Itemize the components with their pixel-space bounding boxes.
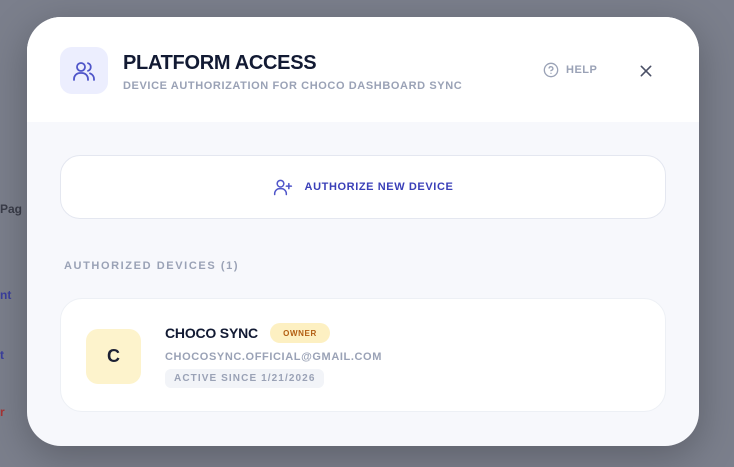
- device-name: CHOCO SYNC: [165, 325, 258, 341]
- help-label: HELP: [566, 64, 598, 76]
- modal-title: PLATFORM ACCESS: [123, 52, 317, 74]
- modal-subtitle: DEVICE AUTHORIZATION FOR CHOCO DASHBOARD…: [123, 80, 463, 92]
- users-icon: [60, 47, 108, 94]
- close-button[interactable]: [634, 59, 658, 83]
- user-plus-icon: [273, 177, 293, 197]
- background-fragment: nt: [0, 288, 12, 302]
- device-avatar: C: [86, 329, 141, 384]
- device-email: CHOCOSYNC.OFFICIAL@GMAIL.COM: [165, 351, 382, 363]
- modal-header: PLATFORM ACCESS DEVICE AUTHORIZATION FOR…: [27, 17, 699, 122]
- authorize-new-device-button[interactable]: AUTHORIZE NEW DEVICE: [60, 155, 666, 219]
- active-since-badge: ACTIVE SINCE 1/21/2026: [165, 369, 325, 388]
- help-circle-icon: [543, 62, 559, 78]
- owner-badge: OWNER: [270, 323, 330, 343]
- help-button[interactable]: HELP: [543, 61, 597, 79]
- authorize-label: AUTHORIZE NEW DEVICE: [304, 181, 454, 193]
- device-card[interactable]: C CHOCO SYNC OWNER CHOCOSYNC.OFFICIAL@GM…: [60, 298, 666, 412]
- background-fragment: r: [0, 405, 5, 419]
- background-fragment: t: [0, 348, 4, 362]
- authorized-devices-heading: AUTHORIZED DEVICES (1): [64, 260, 240, 272]
- close-icon: [638, 63, 654, 79]
- background-fragment: Pag: [0, 202, 23, 216]
- platform-access-modal: PLATFORM ACCESS DEVICE AUTHORIZATION FOR…: [27, 17, 699, 446]
